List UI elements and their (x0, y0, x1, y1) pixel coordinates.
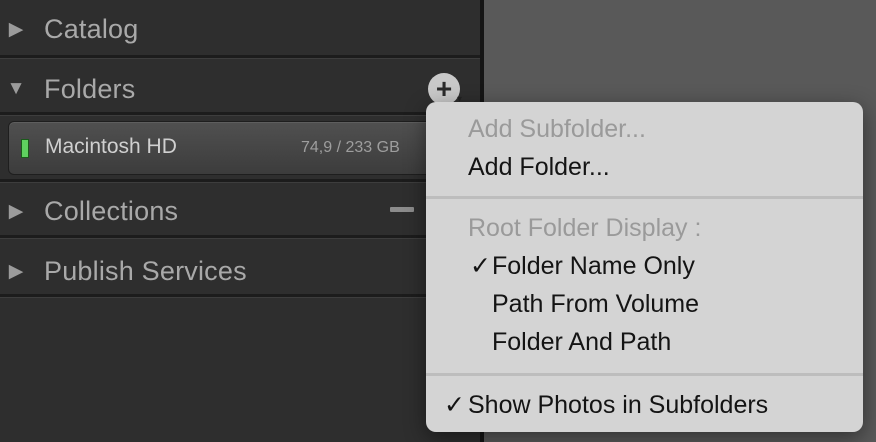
left-panel: ▶ Catalog ▼ Folders + ▾ Macintosh HD 74,… (0, 0, 480, 442)
menu-item-add-subfolder: Add Subfolder... (426, 110, 863, 148)
menu-item-label: Folder Name Only (492, 252, 695, 280)
folders-add-menu: Add Subfolder... Add Folder... Root Fold… (426, 102, 863, 432)
volume-name: Macintosh HD (45, 135, 177, 158)
plus-icon: + (435, 73, 453, 104)
section-folders[interactable]: ▼ Folders (0, 60, 480, 118)
disclosure-collapsed-icon[interactable]: ▶ (0, 260, 32, 283)
menu-heading-root-folder-display: Root Folder Display : (426, 209, 863, 247)
checkmark-icon: ✓ (444, 391, 465, 419)
menu-item-add-folder[interactable]: Add Folder... (426, 148, 863, 186)
menu-separator (426, 196, 863, 199)
section-divider (0, 55, 480, 59)
menu-item-label: Show Photos in Subfolders (468, 391, 769, 419)
volume-row-macintosh-hd[interactable]: Macintosh HD 74,9 / 233 GB (8, 121, 446, 175)
section-divider (0, 112, 480, 116)
remove-collection-button[interactable] (390, 207, 414, 212)
disclosure-expanded-icon[interactable]: ▼ (0, 78, 32, 100)
menu-heading-label: Root Folder Display : (468, 214, 702, 242)
checkmark-icon: ✓ (470, 252, 491, 280)
volume-usage: 74,9 / 233 GB (301, 139, 400, 156)
add-folder-button[interactable]: + ▾ (428, 73, 462, 105)
disclosure-collapsed-icon[interactable]: ▶ (0, 200, 32, 223)
menu-item-label: Add Folder... (468, 153, 610, 181)
volume-status-indicator (21, 139, 29, 158)
section-collections-title: Collections (44, 195, 179, 226)
section-catalog-title: Catalog (44, 13, 139, 44)
section-publish-services[interactable]: ▶ Publish Services (0, 242, 480, 300)
menu-item-label: Add Subfolder... (468, 115, 646, 143)
menu-item-label: Folder And Path (492, 328, 672, 356)
menu-separator (426, 373, 863, 376)
section-publish-services-title: Publish Services (44, 255, 247, 286)
menu-item-folder-name-only[interactable]: ✓ Folder Name Only (426, 247, 863, 285)
menu-item-folder-and-path[interactable]: Folder And Path (426, 323, 863, 361)
section-catalog[interactable]: ▶ Catalog (0, 0, 480, 58)
section-divider (0, 235, 480, 239)
section-divider (0, 294, 480, 298)
menu-item-path-from-volume[interactable]: Path From Volume (426, 285, 863, 323)
menu-item-label: Path From Volume (492, 290, 700, 318)
section-folders-title: Folders (44, 73, 136, 104)
disclosure-collapsed-icon[interactable]: ▶ (0, 18, 32, 41)
menu-item-show-photos-in-subfolders[interactable]: ✓ Show Photos in Subfolders (426, 386, 863, 424)
